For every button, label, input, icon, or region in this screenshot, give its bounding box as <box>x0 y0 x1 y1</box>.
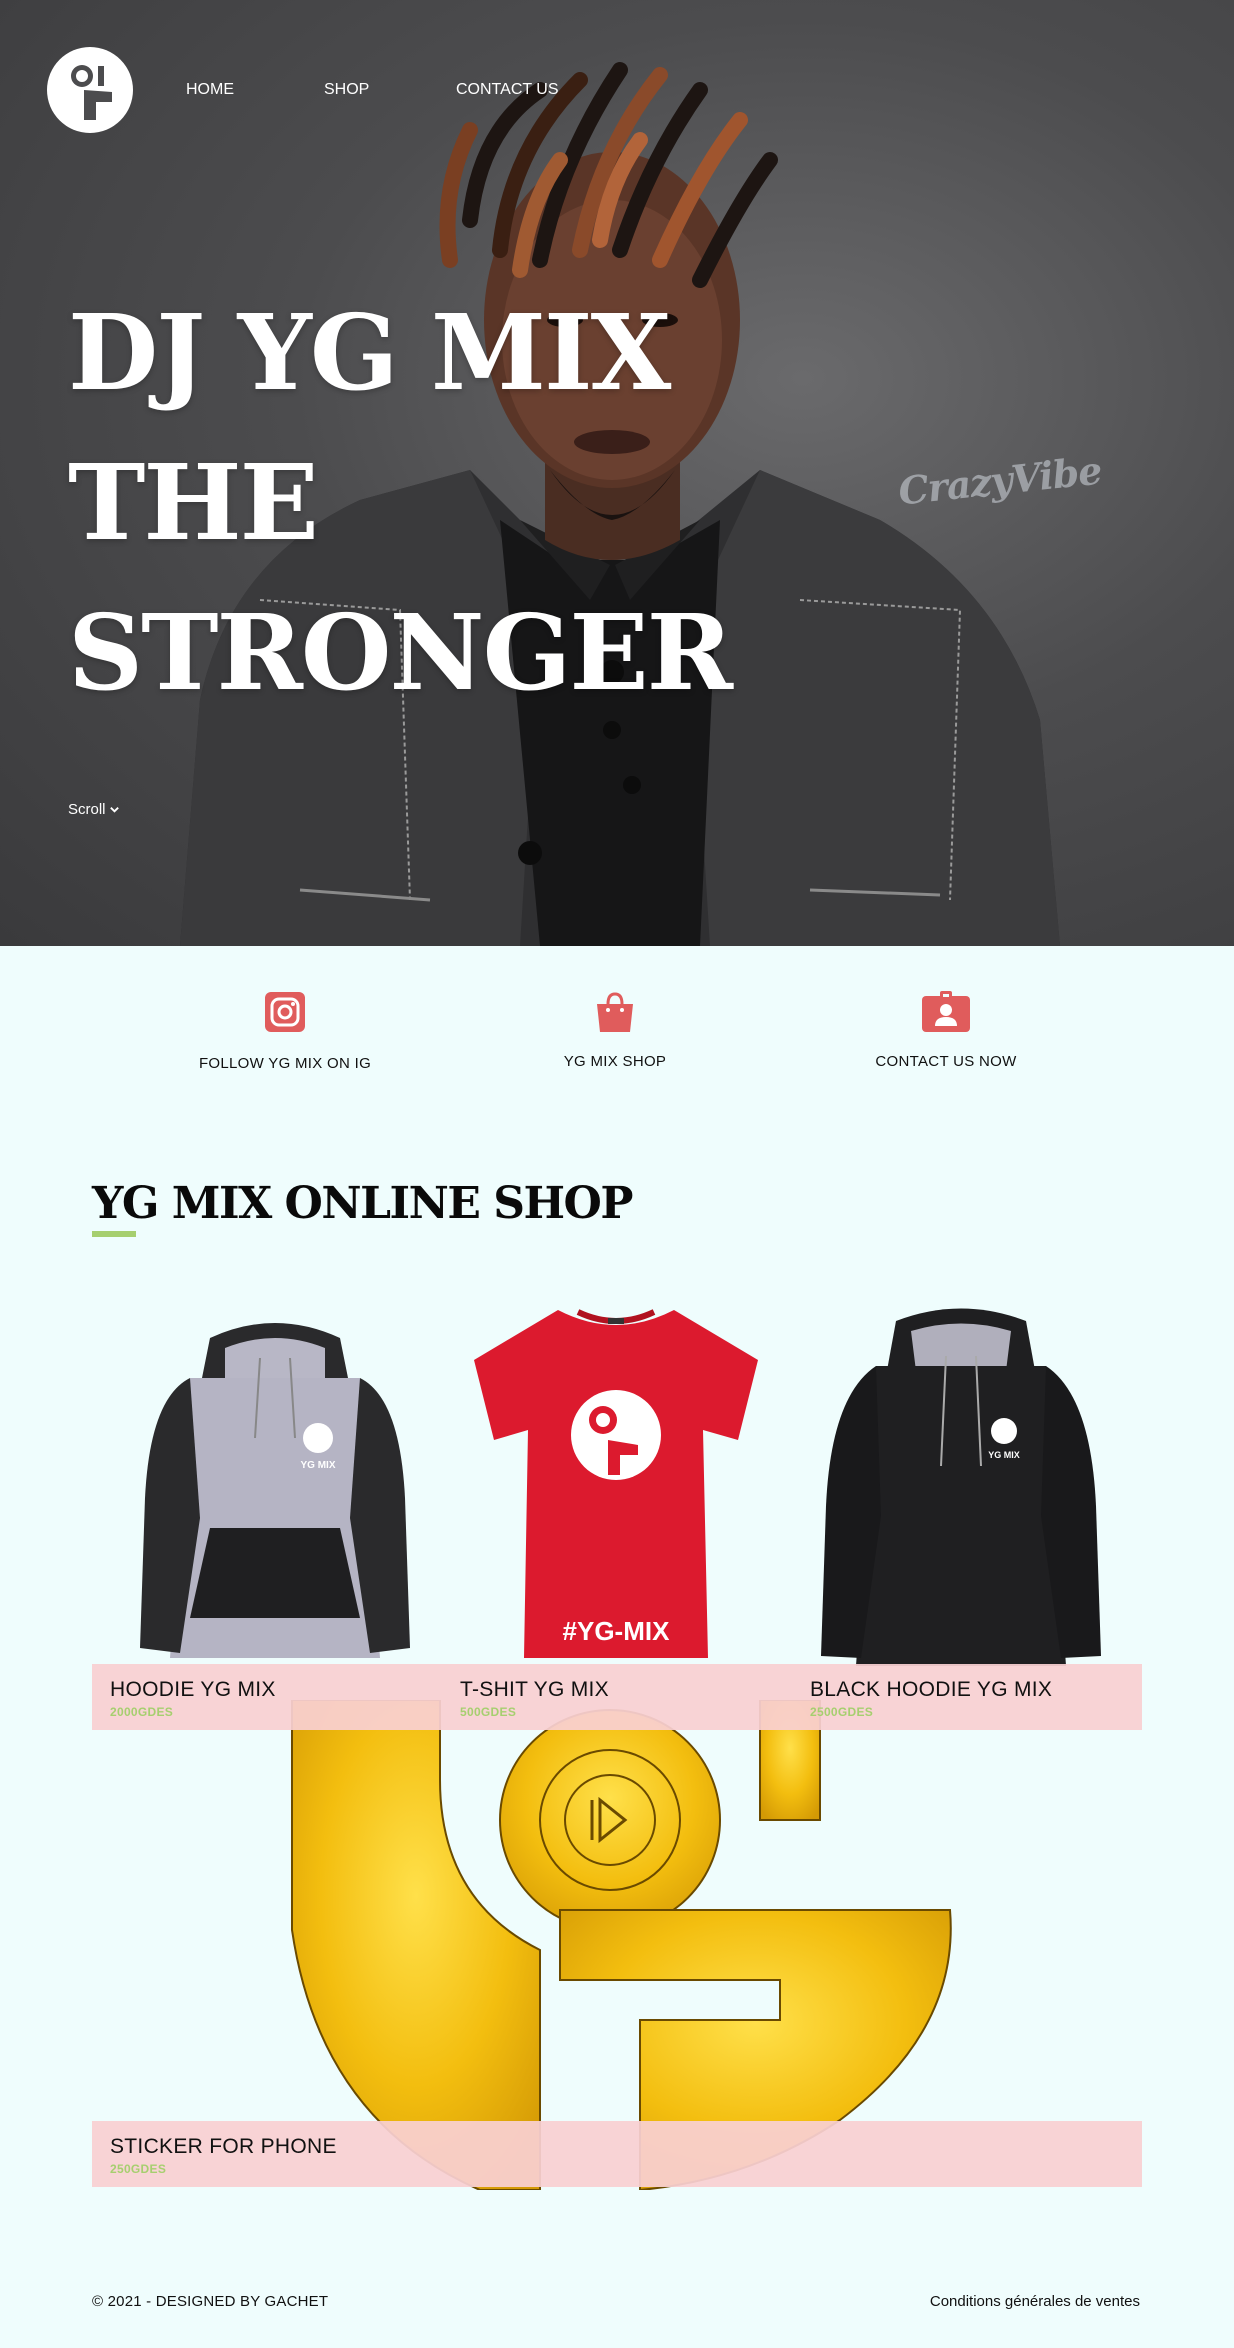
product-card-hoodie[interactable]: HOODIE YG MIX 2000GDES <box>92 1664 442 1730</box>
feature-label: CONTACT US NOW <box>875 1053 1017 1070</box>
title-underline <box>92 1231 136 1237</box>
product-price: 2500GDES <box>810 1705 874 1719</box>
product-card-sticker[interactable]: STICKER FOR PHONE 250GDES <box>92 2121 1142 2187</box>
product-name: BLACK HOODIE YG MIX <box>810 1678 1053 1701</box>
feature-label: YG MIX SHOP <box>563 1053 667 1070</box>
product-card-black-hoodie[interactable]: BLACK HOODIE YG MIX 2500GDES <box>792 1664 1142 1730</box>
hero-title-line: STRONGER <box>68 591 733 714</box>
contact-badge-icon <box>922 991 970 1032</box>
product-price: 500GDES <box>460 1705 517 1719</box>
feature-contact[interactable]: CONTACT US NOW <box>826 990 1066 1070</box>
shopping-bag-icon <box>597 992 633 1032</box>
hoodie-product-image[interactable]: YG MIX <box>130 1318 420 1663</box>
nav-contact-link[interactable]: CONTACT US <box>456 81 559 99</box>
hero-title: DJ YG MIX THE STRONGER <box>68 278 733 728</box>
black-hoodie-product-image[interactable]: YG MIX <box>806 1306 1116 1678</box>
hero-section: HOME SHOP CONTACT US DJ YG MIX THE STRON… <box>0 0 1234 946</box>
feature-instagram[interactable]: FOLLOW YG MIX ON IG <box>165 990 405 1072</box>
product-card-tshirt[interactable]: T-SHIT YG MIX 500GDES <box>442 1664 792 1730</box>
tshirt-print-text: #YG-MIX <box>563 1616 671 1646</box>
feature-shop[interactable]: YG MIX SHOP <box>495 990 735 1070</box>
svg-text:YG MIX: YG MIX <box>300 1460 335 1471</box>
scroll-label: Scroll <box>68 801 106 818</box>
hero-title-line: THE <box>68 441 319 564</box>
tshirt-product-image[interactable]: #YG-MIX <box>468 1300 764 1662</box>
sticker-product-image[interactable] <box>280 1700 980 2190</box>
feature-label: FOLLOW YG MIX ON IG <box>198 1055 372 1072</box>
terms-link[interactable]: Conditions générales de ventes <box>930 2293 1140 2310</box>
scroll-link[interactable]: Scroll <box>68 801 120 818</box>
nav-shop-link[interactable]: SHOP <box>324 81 369 99</box>
yg-mix-logo[interactable] <box>46 46 134 134</box>
black-hoodie-print-text: YG MIX <box>988 1450 1020 1460</box>
nav-home-link[interactable]: HOME <box>186 81 234 99</box>
product-price: 2000GDES <box>110 1705 174 1719</box>
instagram-icon <box>265 992 305 1032</box>
product-price: 250GDES <box>110 2162 167 2176</box>
product-name: HOODIE YG MIX <box>110 1678 276 1701</box>
footer-copyright: © 2021 - DESIGNED BY GACHET <box>92 2293 329 2310</box>
product-name: T-SHIT YG MIX <box>460 1678 609 1701</box>
chevron-down-icon <box>109 807 119 813</box>
hero-title-line: DJ YG MIX <box>68 291 671 414</box>
shop-section-title: YG MIX ONLINE SHOP <box>92 1178 633 1229</box>
product-name: STICKER FOR PHONE <box>110 2135 337 2158</box>
